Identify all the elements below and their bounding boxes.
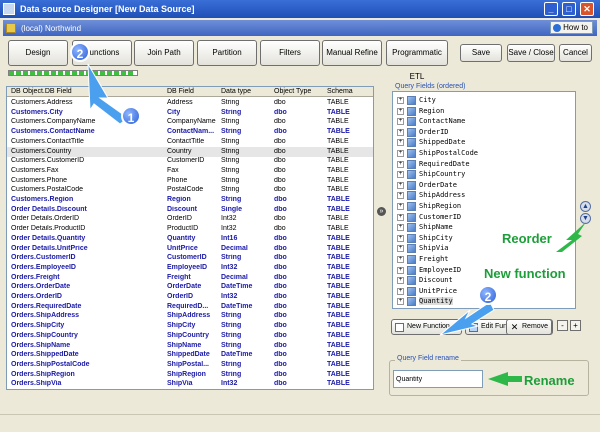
arrow-reorder-icon <box>556 222 586 252</box>
step-badge-2-top: 2 <box>70 42 90 62</box>
arrow-rename-icon <box>488 372 522 386</box>
step-badge-1: 1 <box>121 106 141 126</box>
arrow-to-new-function-icon <box>439 301 495 336</box>
callout-new-function: New function <box>484 266 566 281</box>
callout-reorder: Reorder <box>502 231 552 246</box>
callout-rename: Rename <box>524 373 575 388</box>
annotation-arrows <box>87 63 586 386</box>
step-badge-2-bottom: 2 <box>478 285 498 305</box>
